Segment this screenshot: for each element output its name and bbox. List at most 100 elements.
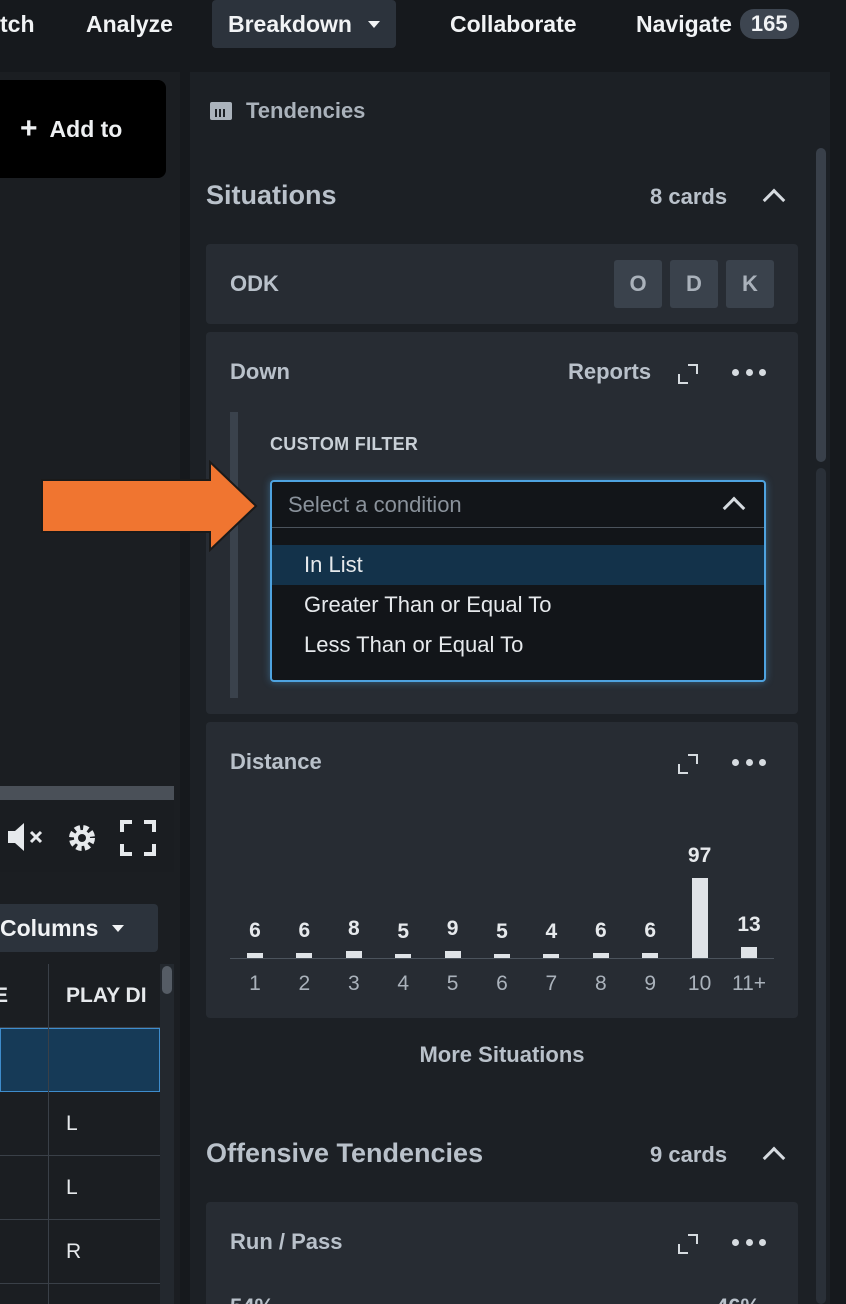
option-less-than-or-equal[interactable]: Less Than or Equal To: [272, 625, 764, 665]
option-in-list[interactable]: In List: [272, 545, 764, 585]
table-header-cell[interactable]: E: [0, 964, 34, 1028]
bar-value-label: 6: [644, 919, 657, 943]
more-situations-link[interactable]: More Situations: [206, 1042, 798, 1068]
bar-6[interactable]: [494, 953, 510, 958]
nav-label: tch: [0, 10, 35, 37]
more-options-icon[interactable]: [732, 369, 766, 377]
situations-count: 8 cards: [650, 184, 728, 209]
bar-value-label: 6: [249, 919, 261, 943]
expand-icon[interactable]: [678, 364, 698, 384]
bar-category-label: 10: [687, 972, 712, 995]
nav-label: Analyze: [86, 10, 173, 37]
odk-card: ODK O D K: [206, 244, 798, 324]
custom-filter-label: CUSTOM FILTER: [270, 434, 419, 454]
nav-label: Breakdown: [228, 10, 352, 37]
add-to-button[interactable]: + Add to: [0, 80, 166, 178]
card-title: Down: [230, 359, 290, 384]
nav-item-breakdown[interactable]: Breakdown: [212, 0, 396, 48]
nav-item-navigate[interactable]: Navigate 165: [636, 0, 799, 48]
table-row[interactable]: R: [0, 1220, 160, 1284]
bar-value-label: 13: [737, 913, 761, 937]
more-options-icon[interactable]: [732, 1239, 766, 1247]
nav-item-watch[interactable]: tch: [0, 0, 35, 48]
gear-icon[interactable]: [64, 820, 100, 856]
plus-icon: +: [20, 112, 38, 145]
mute-icon[interactable]: [6, 820, 48, 854]
nav-label: Collaborate: [450, 10, 577, 37]
bar-7[interactable]: [543, 954, 560, 958]
table-row[interactable]: L: [0, 1092, 160, 1156]
bar-5[interactable]: [444, 950, 461, 958]
add-to-label: Add to: [49, 115, 123, 142]
bar-4[interactable]: [395, 953, 412, 958]
expand-icon[interactable]: [678, 1234, 698, 1254]
bar-8[interactable]: [592, 953, 609, 958]
bar-value-label: 6: [594, 919, 607, 943]
caret-down-icon: [112, 924, 125, 932]
odk-button-d[interactable]: D: [670, 260, 718, 308]
table-header-cell[interactable]: PLAY DI: [66, 964, 160, 1028]
app-root: tch Analyze Breakdown Collaborate Naviga…: [0, 0, 846, 1304]
filter-rail: [230, 412, 238, 698]
bar-chart-icon: [210, 102, 232, 120]
bar-category-label: 7: [545, 972, 558, 995]
card-title: ODK: [230, 271, 279, 296]
condition-select-input[interactable]: Select a condition: [272, 482, 764, 528]
nav-item-analyze[interactable]: Analyze: [86, 0, 173, 48]
table-cell: R: [66, 1240, 82, 1263]
offensive-tendencies-title[interactable]: Offensive Tendencies: [206, 1138, 483, 1169]
chart-baseline: [230, 958, 774, 959]
bar-10[interactable]: [691, 878, 708, 958]
bar-value-label: 97: [687, 844, 712, 867]
bar-2[interactable]: [296, 953, 313, 958]
run-percentage: 54%: [230, 1294, 274, 1304]
select-placeholder: Select a condition: [288, 491, 462, 517]
reports-link[interactable]: Reports: [568, 359, 651, 385]
sidebar-scrollbar[interactable]: [814, 148, 828, 1304]
bar-category-label: 4: [397, 972, 410, 995]
bar-value-label: 5: [496, 919, 508, 943]
orange-arrow-icon: [41, 460, 258, 552]
condition-select[interactable]: Select a condition In List Greater Than …: [270, 480, 766, 682]
table-scrollbar[interactable]: [160, 964, 174, 1304]
bar-1[interactable]: [247, 953, 263, 958]
bar-value-label: 4: [545, 920, 558, 943]
sidebar-title: Tendencies: [246, 98, 366, 123]
bar-3[interactable]: [345, 951, 362, 958]
table-row[interactable]: L: [0, 1156, 160, 1220]
bar-11+[interactable]: [741, 947, 757, 958]
table-row[interactable]: [0, 1028, 160, 1092]
bar-category-label: 5: [446, 972, 459, 995]
fullscreen-icon[interactable]: [120, 820, 156, 856]
columns-label: Columns: [0, 914, 99, 941]
table-cell: L: [66, 1112, 78, 1135]
card-title: Distance: [230, 749, 322, 774]
nav-item-collaborate[interactable]: Collaborate: [450, 0, 577, 48]
navigate-count-badge: 165: [739, 9, 799, 39]
bar-9[interactable]: [642, 953, 659, 958]
bar-category-label: 6: [496, 972, 508, 995]
option-greater-than-or-equal[interactable]: Greater Than or Equal To: [272, 585, 764, 625]
bar-category-label: 8: [594, 972, 607, 995]
table-cell: L: [66, 1176, 78, 1199]
columns-button[interactable]: Columns: [0, 904, 158, 952]
bar-category-label: 11+: [731, 972, 767, 995]
more-options-icon[interactable]: [732, 759, 766, 767]
bar-category-label: 9: [644, 972, 657, 995]
bar-value-label: 6: [298, 919, 311, 943]
situations-title[interactable]: Situations: [206, 180, 337, 211]
nav-label: Navigate: [636, 10, 732, 37]
expand-icon[interactable]: [678, 754, 698, 774]
bar-category-label: 1: [249, 972, 261, 995]
bar-value-label: 5: [397, 919, 410, 943]
odk-button-o[interactable]: O: [614, 260, 662, 308]
pass-percentage: 46%: [716, 1294, 760, 1304]
top-nav: tch Analyze Breakdown Collaborate Naviga…: [0, 0, 846, 50]
bar-value-label: 8: [347, 917, 360, 941]
caret-down-icon: [367, 20, 380, 28]
run-pass-card: Run / Pass 54% 46%: [206, 1202, 798, 1304]
column-divider: [48, 964, 49, 1304]
odk-button-k[interactable]: K: [726, 260, 774, 308]
bar-category-label: 2: [298, 972, 311, 995]
sidebar-header: Tendencies: [210, 98, 365, 124]
